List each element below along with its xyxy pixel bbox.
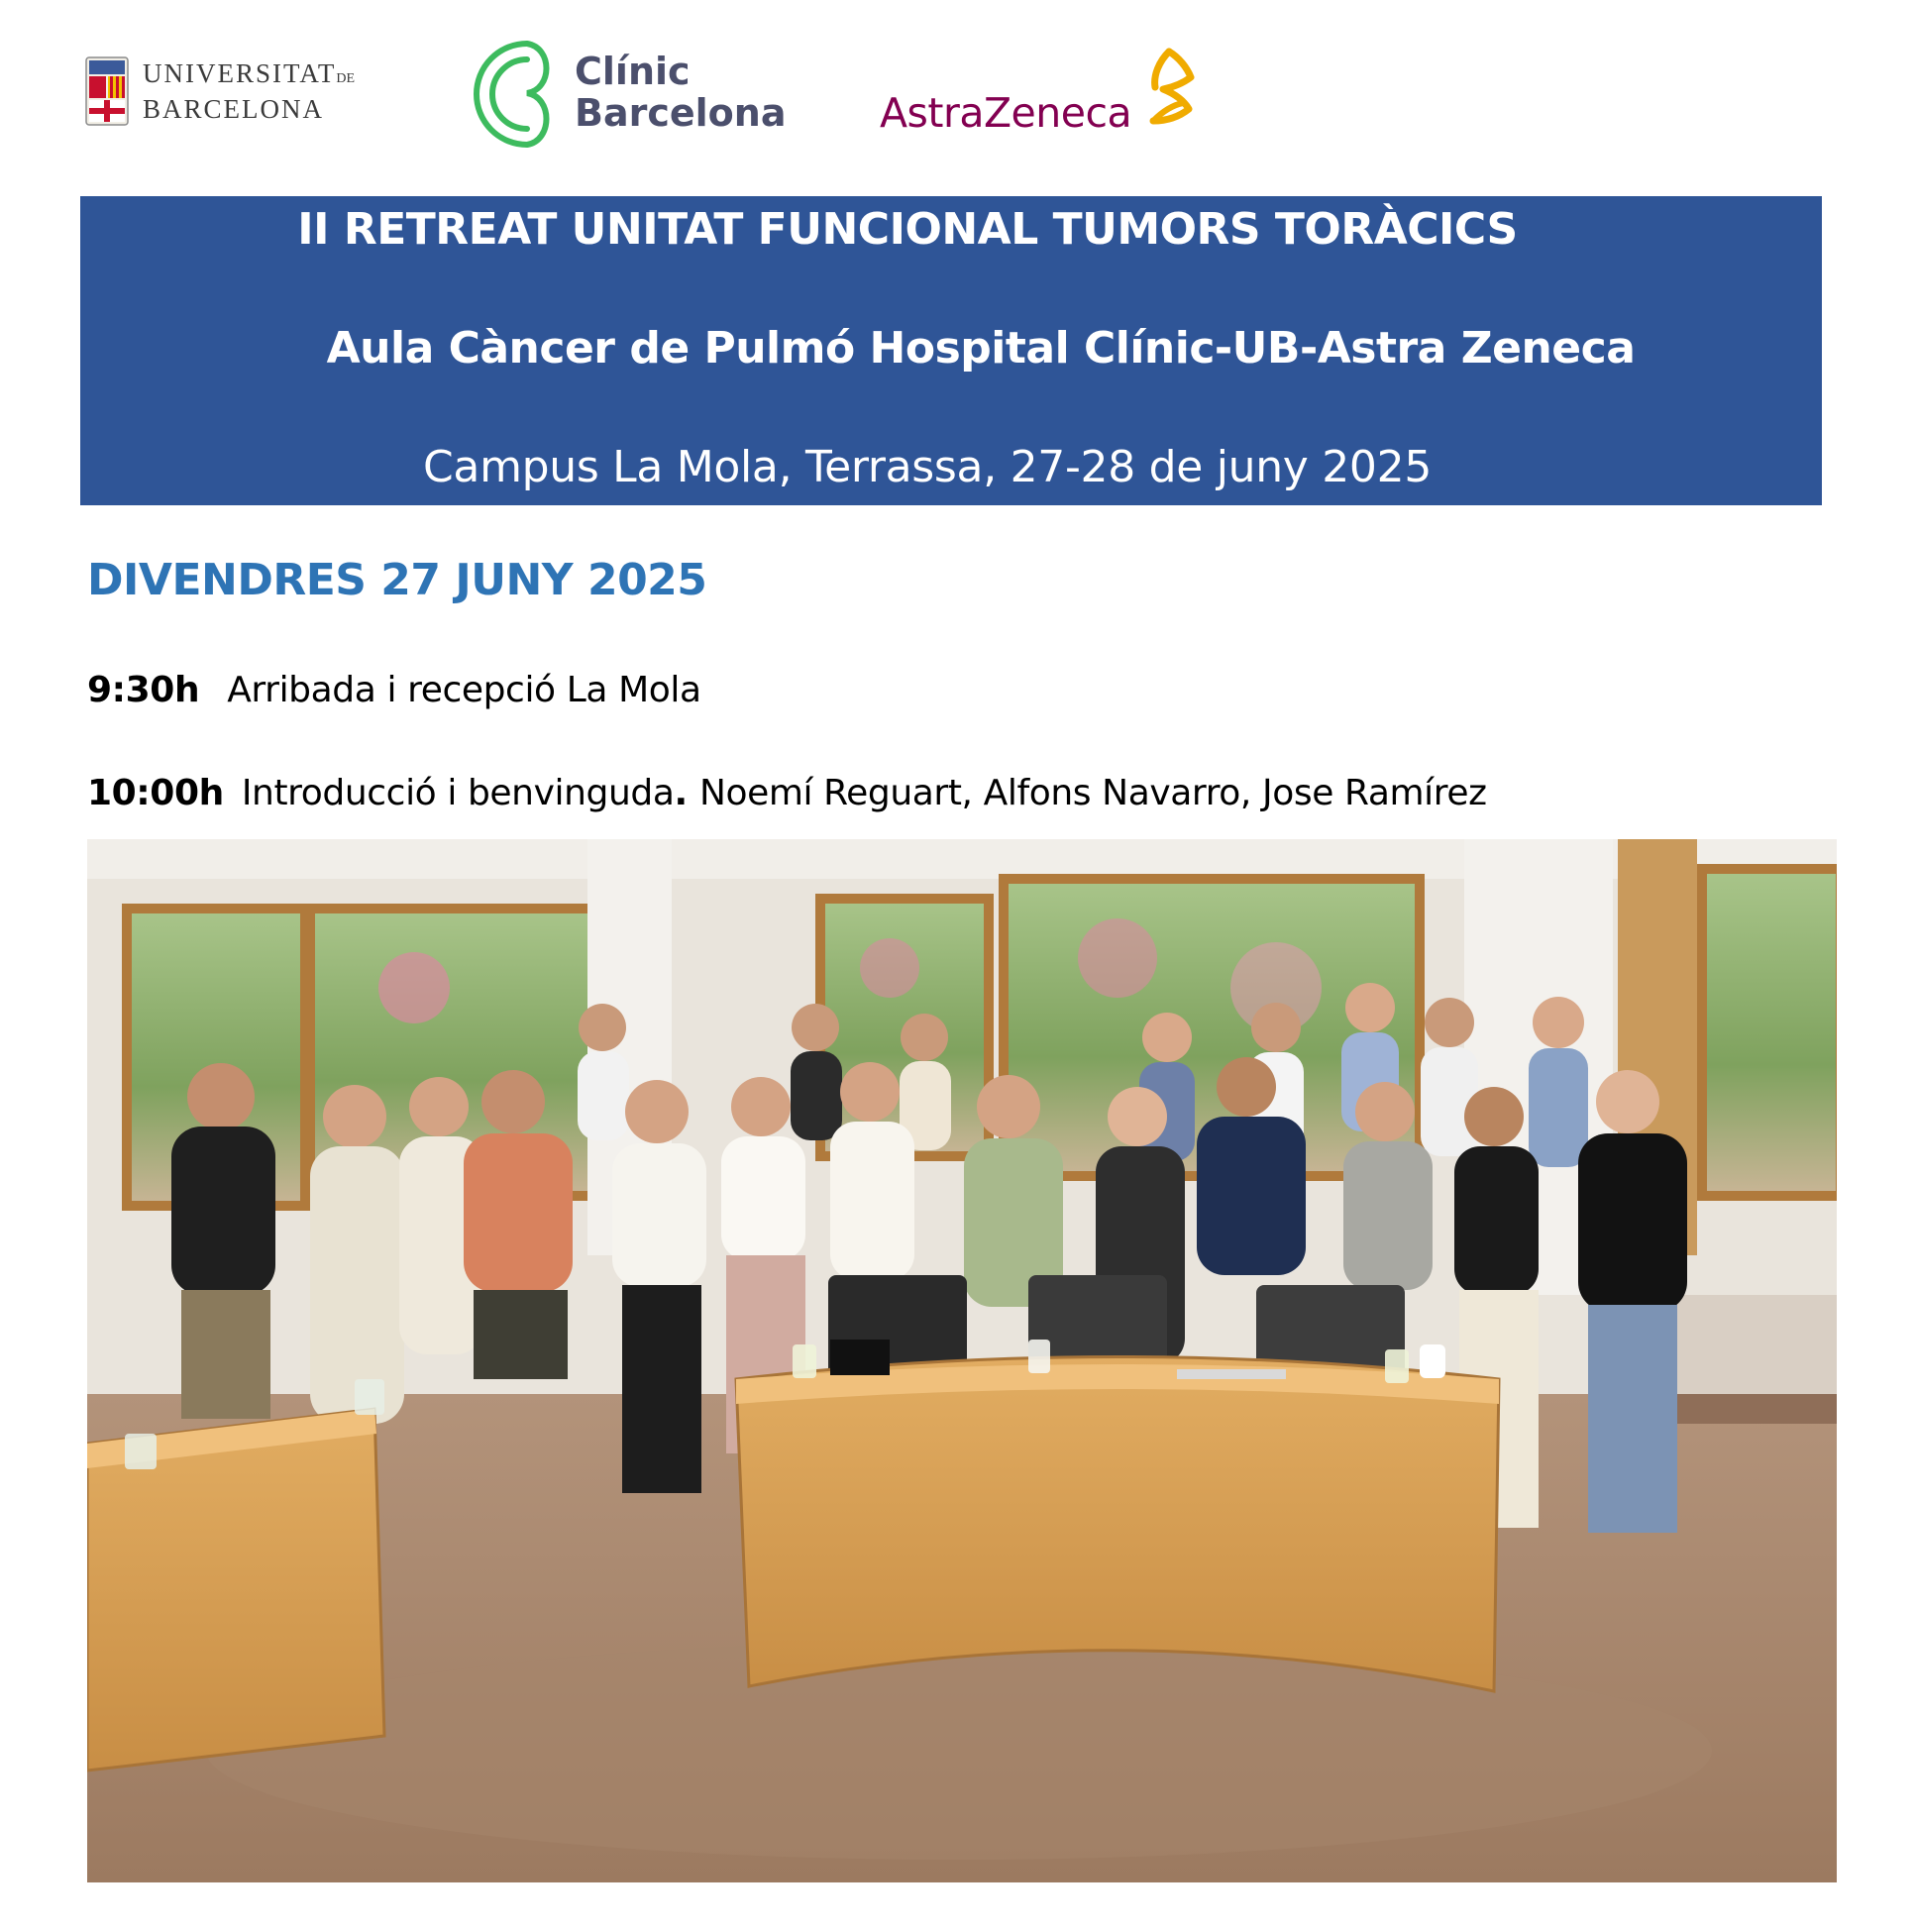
agenda-item: 9:30h Arribada i recepció La Mola: [87, 670, 701, 710]
group-photo: [87, 839, 1837, 1882]
banner-location: Campus La Mola, Terrassa, 27-28 de juny …: [422, 442, 1433, 492]
clinic-line2: Barcelona: [575, 91, 787, 135]
clinic-line1: Clínic: [575, 50, 691, 93]
group-photo-illustration: [87, 839, 1837, 1882]
astrazeneca-symbol-icon: [1149, 48, 1195, 125]
retreat-banner: II RETREAT UNITAT FUNCIONAL TUMORS TORÀC…: [80, 196, 1822, 505]
ub-shield-icon: [85, 56, 129, 126]
ub-wordmark: UNIVERSITATDE BARCELONA: [143, 58, 355, 124]
ub-line1-suffix: DE: [336, 71, 355, 86]
clinic-c-mark-icon: [474, 41, 550, 148]
agenda-description: Arribada i recepció La Mola: [227, 670, 701, 710]
agenda-speakers: Noemí Reguart, Alfons Navarro, Jose Ramí…: [698, 773, 1487, 813]
banner-title: II RETREAT UNITAT FUNCIONAL TUMORS TORÀC…: [297, 204, 1518, 255]
banner-subtitle: Aula Càncer de Pulmó Hospital Clínic-UB-…: [326, 323, 1636, 374]
astrazeneca-logo: AstraZeneca: [880, 48, 1207, 137]
agenda-time: 10:00h: [87, 773, 224, 813]
ub-line1: UNIVERSITAT: [143, 58, 337, 88]
ub-logo: UNIVERSITATDE BARCELONA: [85, 52, 355, 131]
agenda-item: 10:00h Introducció i benvinguda. Noemí Re…: [87, 773, 1487, 813]
program-page: UNIVERSITATDE BARCELONA Clínic Barcelona…: [0, 0, 1916, 1932]
day-heading: DIVENDRES 27 JUNY 2025: [87, 555, 707, 605]
ub-line2: BARCELONA: [143, 94, 325, 124]
agenda-time: 9:30h: [87, 670, 200, 710]
clinic-barcelona-logo: Clínic Barcelona: [470, 30, 797, 159]
astrazeneca-wordmark: AstraZeneca: [880, 89, 1132, 137]
agenda-description: Introducció i benvinguda: [241, 773, 675, 813]
clinic-wordmark: Clínic Barcelona: [575, 51, 786, 134]
